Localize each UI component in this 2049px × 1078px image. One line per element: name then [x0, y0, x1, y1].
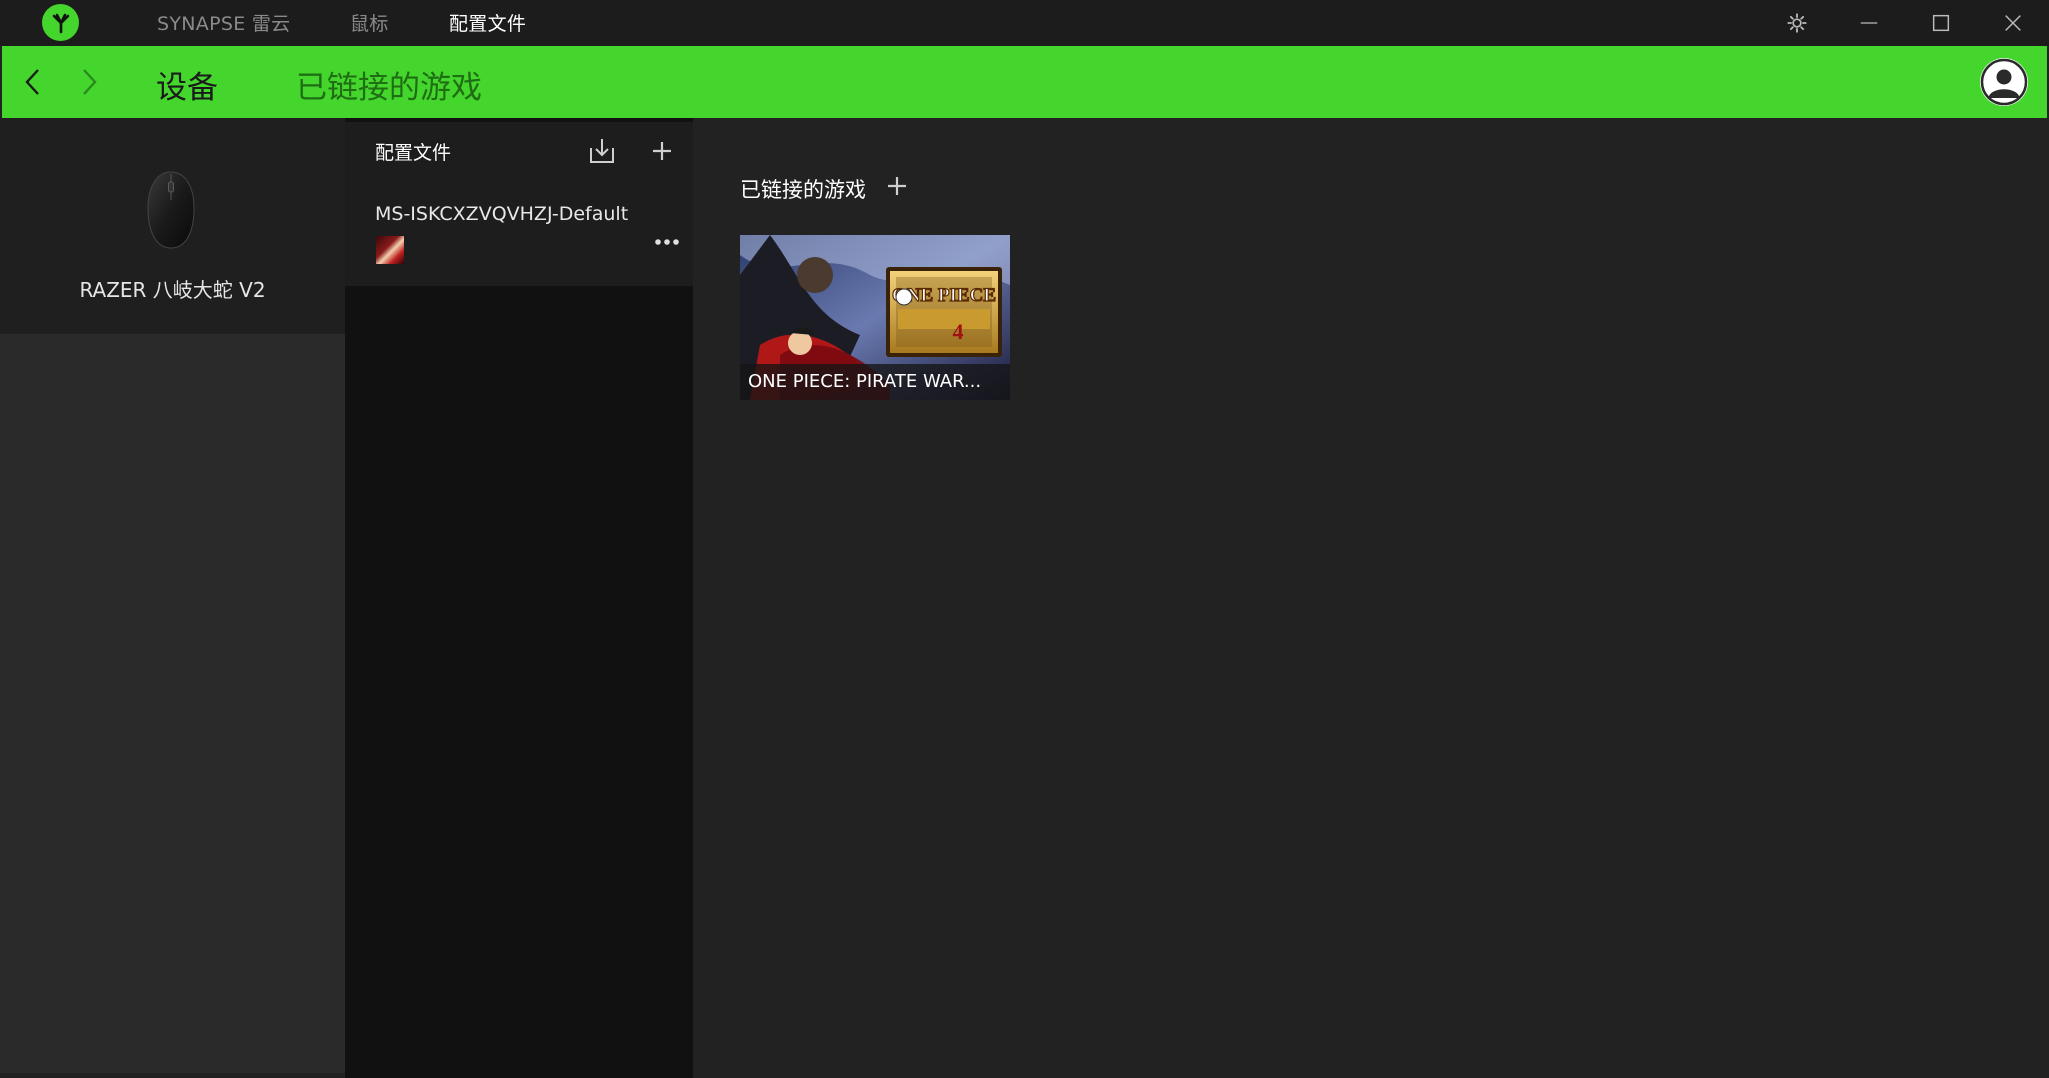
device-name: RAZER 八岐大蛇 V2 — [79, 278, 266, 302]
chevron-left-icon[interactable] — [18, 66, 48, 98]
close-icon[interactable] — [1996, 6, 2030, 40]
linked-games-panel: 已链接的游戏 ONE PIECE 4 ONE PIECE: PIRATE WAR… — [693, 118, 2049, 1078]
add-profile-button[interactable] — [645, 134, 679, 168]
plus-icon — [888, 177, 906, 195]
minimize-icon[interactable] — [1852, 6, 1886, 40]
page-header: 设备 已链接的游戏 — [2, 46, 2047, 118]
razer-logo-icon[interactable] — [42, 4, 79, 41]
profile-name: MS-ISKCXZVQVHZJ-Default — [375, 203, 629, 225]
header-linked-games-title: 已链接的游戏 — [296, 70, 482, 106]
profiles-title: 配置文件 — [375, 142, 452, 164]
chevron-right-icon[interactable] — [74, 66, 104, 98]
more-dots-icon[interactable] — [650, 230, 684, 254]
header-devices-link[interactable]: 设备 — [156, 62, 218, 107]
mouse-icon — [146, 170, 196, 250]
tab-mouse[interactable]: 鼠标 — [350, 9, 389, 36]
device-panel: RAZER 八岐大蛇 V2 — [0, 118, 345, 1073]
game-tile[interactable]: ONE PIECE 4 ONE PIECE: PIRATE WAR... — [740, 235, 1010, 400]
title-bar: SYNAPSE 雷云 鼠标 配置文件 — [0, 0, 2049, 46]
device-card[interactable]: RAZER 八岐大蛇 V2 — [0, 118, 345, 334]
import-icon[interactable] — [585, 134, 619, 168]
profile-game-thumbnail — [376, 236, 404, 264]
maximize-icon[interactable] — [1924, 6, 1958, 40]
svg-text:4: 4 — [953, 319, 964, 344]
user-icon[interactable] — [1980, 58, 2028, 106]
plus-icon — [653, 142, 671, 160]
profiles-header: 配置文件 — [345, 122, 693, 180]
add-linked-game-button[interactable] — [883, 172, 911, 200]
tab-synapse[interactable]: SYNAPSE 雷云 — [157, 9, 290, 36]
synapse-window: SYNAPSE 雷云 鼠标 配置文件 设备 已链接的游戏 RAZER 八岐大蛇 … — [0, 0, 2049, 1078]
linked-games-title: 已链接的游戏 — [740, 178, 866, 202]
tab-profiles[interactable]: 配置文件 — [449, 9, 526, 36]
game-caption: ONE PIECE: PIRATE WAR... — [740, 364, 1010, 400]
profile-item[interactable]: MS-ISKCXZVQVHZJ-Default — [345, 180, 693, 286]
game-title: ONE PIECE: PIRATE WAR... — [748, 371, 982, 392]
gear-icon[interactable] — [1780, 6, 1814, 40]
profiles-panel: 配置文件 MS-ISKCXZVQVHZJ-Default — [345, 118, 693, 1078]
